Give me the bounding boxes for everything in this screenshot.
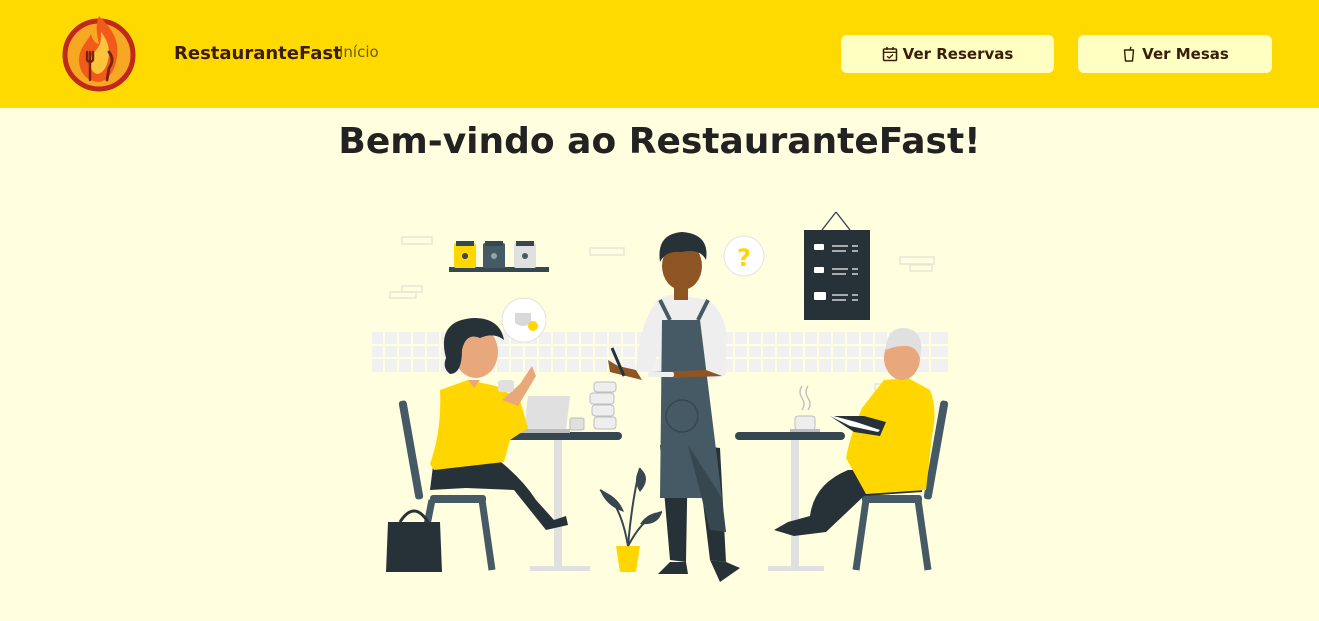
ver-mesas-label: Ver Mesas bbox=[1142, 45, 1229, 63]
restaurant-logo[interactable] bbox=[61, 12, 137, 92]
ver-reservas-button[interactable]: Ver Reservas bbox=[841, 35, 1054, 73]
ver-reservas-label: Ver Reservas bbox=[902, 45, 1014, 63]
calendar-check-icon bbox=[882, 46, 898, 62]
cup-icon bbox=[1121, 46, 1137, 62]
nav-link-inicio[interactable]: Início bbox=[339, 43, 379, 61]
navbar: RestauranteFast Início Ver Reservas Ver … bbox=[0, 0, 1319, 108]
brand-name[interactable]: RestauranteFast bbox=[174, 43, 342, 64]
page: RestauranteFast Início Ver Reservas Ver … bbox=[0, 0, 1319, 621]
welcome-heading: Bem-vindo ao RestauranteFast! bbox=[338, 121, 981, 162]
ver-mesas-button[interactable]: Ver Mesas bbox=[1078, 35, 1272, 73]
svg-text:?: ? bbox=[737, 244, 751, 272]
restaurant-illustration: ? bbox=[370, 200, 950, 590]
